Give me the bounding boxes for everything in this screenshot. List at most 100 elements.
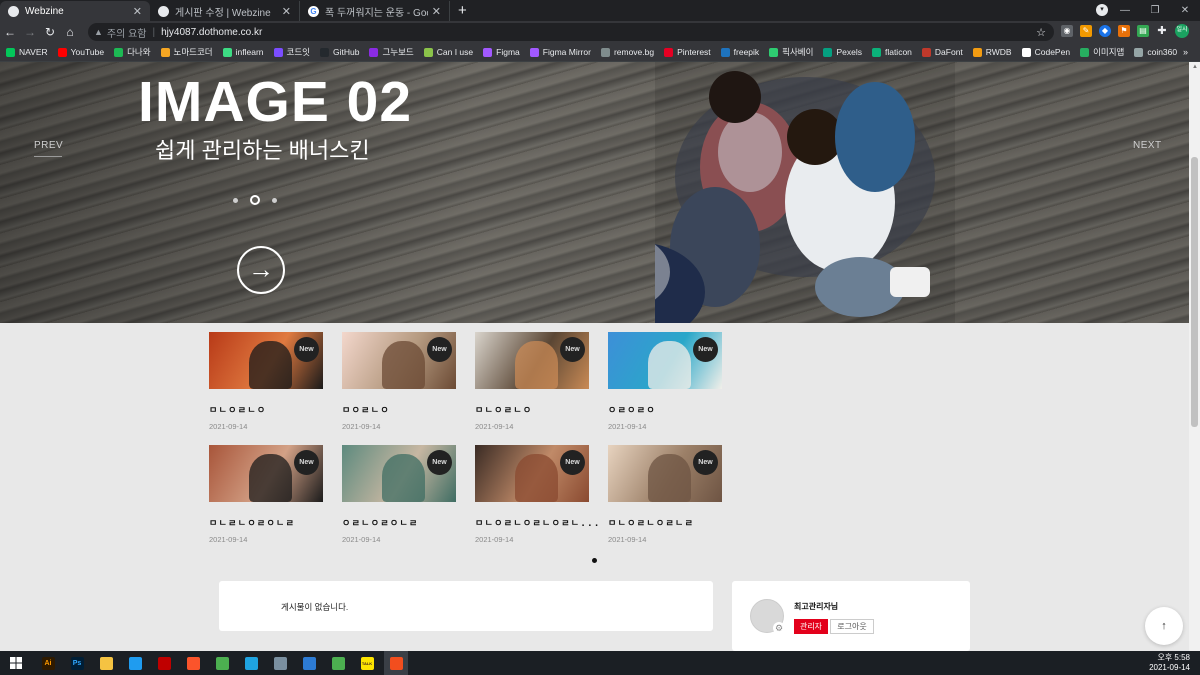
post-card[interactable]: New ㅁㄴㅇㄹㄴㅇㄹㄴㅇㄹㄴ... 2021-09-14 <box>475 445 599 544</box>
taskbar-app[interactable]: Ps <box>65 651 89 675</box>
puzzle-icon[interactable]: ✚ <box>1156 25 1168 37</box>
close-tab-icon[interactable]: ✕ <box>282 5 291 18</box>
bookmark-item[interactable]: freepik <box>720 47 759 57</box>
logout-button[interactable]: 로그아웃 <box>830 619 874 634</box>
bookmark-item[interactable]: 코드잇 <box>273 46 310 58</box>
taskbar-clock[interactable]: 오후 5:58 2021-09-14 <box>1149 653 1190 673</box>
taskbar-app[interactable] <box>326 651 350 675</box>
restore-icon[interactable]: ❐ <box>1140 5 1170 16</box>
taskbar-app[interactable] <box>94 651 118 675</box>
bookmark-item[interactable]: flaticon <box>871 47 912 57</box>
post-thumbnail[interactable]: New <box>608 445 722 502</box>
close-window-icon[interactable]: ✕ <box>1170 5 1200 16</box>
post-title[interactable]: ㅁㅇㄹㄴㅇ <box>342 403 456 416</box>
post-card[interactable]: New ㅇㄹㄴㅇㄹㅇㄴㄹ 2021-09-14 <box>342 445 456 544</box>
taskbar-app[interactable] <box>297 651 321 675</box>
gear-icon[interactable]: ⚙ <box>773 622 785 634</box>
tab-search-icon[interactable]: ▾ <box>1096 4 1108 16</box>
hero-arrow-button[interactable]: → <box>237 246 285 294</box>
taskbar-app[interactable]: Ai <box>36 651 60 675</box>
bookmark-item[interactable]: 이미지맵 <box>1080 46 1124 58</box>
hero-dot[interactable] <box>233 197 238 203</box>
taskbar-app[interactable]: TALK <box>355 651 379 675</box>
post-thumbnail[interactable]: New <box>209 445 323 502</box>
hero-prev-button[interactable]: PREV <box>34 140 63 157</box>
bookmarks-overflow-icon[interactable]: » <box>1183 47 1188 57</box>
bookmark-item[interactable]: remove.bg <box>600 47 654 57</box>
scrollbar-thumb[interactable] <box>1191 157 1198 427</box>
bookmark-item[interactable]: 다나와 <box>114 46 151 58</box>
post-card[interactable]: New ㅁㄴㅇㄹㄴㅇㄹㄴㄹ 2021-09-14 <box>608 445 722 544</box>
post-title[interactable]: ㅁㄴㄹㄴㅇㄹㅇㄴㄹ <box>209 516 323 529</box>
bookmark-item[interactable]: coin360 <box>1134 47 1177 57</box>
post-title[interactable]: ㅇㄹㅇㄹㅇ <box>608 403 722 416</box>
post-thumbnail[interactable]: New <box>475 332 589 389</box>
taskbar-app[interactable] <box>239 651 263 675</box>
post-thumbnail[interactable]: New <box>209 332 323 389</box>
post-card[interactable]: New ㅁㄴㄹㄴㅇㄹㅇㄴㄹ 2021-09-14 <box>209 445 323 544</box>
color-extension-icon[interactable]: ▤ <box>1137 25 1149 37</box>
pen-extension-icon[interactable]: ✎ <box>1080 25 1092 37</box>
bookmark-item[interactable]: DaFont <box>921 47 963 57</box>
profile-avatar[interactable]: 일시 <box>1175 24 1189 38</box>
bookmark-star-icon[interactable]: ☆ <box>1036 26 1046 39</box>
back-icon[interactable]: ← <box>0 25 20 39</box>
home-icon[interactable]: ⌂ <box>60 25 80 39</box>
address-bar[interactable]: ▲ 주의 요함 | hjy4087.dothome.co.kr ☆ <box>88 23 1054 41</box>
close-tab-icon[interactable]: ✕ <box>432 5 441 18</box>
bookmark-item[interactable]: RWDB <box>972 47 1012 57</box>
post-title[interactable]: ㅁㄴㅇㄹㄴㅇㄹㄴㅇㄹㄴ... <box>475 516 599 529</box>
taskbar-app[interactable] <box>210 651 234 675</box>
hero-dot[interactable] <box>250 195 260 205</box>
taskbar-app[interactable] <box>268 651 292 675</box>
browser-tab[interactable]: G 폭 두꺼워지는 운동 - Google 검 ✕ <box>300 1 450 21</box>
close-tab-icon[interactable]: ✕ <box>133 5 142 18</box>
browser-tab[interactable]: 게시판 수정 | Webzine ✕ <box>150 1 300 21</box>
admin-button[interactable]: 관리자 <box>794 619 828 634</box>
page-scrollbar[interactable]: ▲ <box>1189 62 1200 651</box>
minimize-icon[interactable]: — <box>1110 5 1140 16</box>
blue-extension-icon[interactable]: ◆ <box>1099 25 1111 37</box>
post-card[interactable]: New ㅁㅇㄹㄴㅇ 2021-09-14 <box>342 332 456 431</box>
scroll-up-icon[interactable]: ▲ <box>1192 64 1198 70</box>
flag-extension-icon[interactable]: ⚑ <box>1118 25 1130 37</box>
bookmark-item[interactable]: Figma Mirror <box>529 47 591 57</box>
reload-icon[interactable]: ↻ <box>40 25 60 39</box>
warning-icon[interactable]: ▲ <box>94 27 103 37</box>
bookmark-item[interactable]: Pexels <box>823 47 862 57</box>
menu-icon[interactable]: ⋮ <box>1196 25 1200 37</box>
forward-icon[interactable]: → <box>20 25 40 39</box>
camera-extension-icon[interactable]: ◉ <box>1061 25 1073 37</box>
windows-start-icon[interactable] <box>4 651 28 675</box>
bookmark-item[interactable]: inflearn <box>222 47 264 57</box>
post-card[interactable]: New ㅇㄹㅇㄹㅇ 2021-09-14 <box>608 332 722 431</box>
bookmark-item[interactable]: Pinterest <box>664 47 711 57</box>
bookmark-item[interactable]: Can I use <box>423 47 473 57</box>
taskbar-app[interactable] <box>152 651 176 675</box>
post-title[interactable]: ㅁㄴㅇㄹㄴㅇ <box>475 403 589 416</box>
post-thumbnail[interactable]: New <box>608 332 722 389</box>
taskbar-app[interactable] <box>123 651 147 675</box>
browser-tab[interactable]: Webzine ✕ <box>0 1 150 21</box>
taskbar-app[interactable] <box>181 651 205 675</box>
post-title[interactable]: ㅇㄹㄴㅇㄹㅇㄴㄹ <box>342 516 456 529</box>
post-thumbnail[interactable]: New <box>342 332 456 389</box>
taskbar-app[interactable] <box>384 651 408 675</box>
bookmark-item[interactable]: NAVER <box>6 47 48 57</box>
post-thumbnail[interactable]: New <box>342 445 456 502</box>
hero-dot[interactable] <box>272 197 277 203</box>
new-tab-button[interactable]: + <box>458 1 467 21</box>
bookmark-item[interactable]: CodePen <box>1021 47 1070 57</box>
post-card[interactable]: New ㅁㄴㅇㄹㄴㅇ 2021-09-14 <box>475 332 589 431</box>
post-thumbnail[interactable]: New <box>475 445 589 502</box>
post-card[interactable]: New ㅁㄴㅇㄹㄴㅇ 2021-09-14 <box>209 332 323 431</box>
scroll-to-top-button[interactable]: ↑ <box>1145 607 1183 645</box>
bookmark-item[interactable]: Figma <box>483 47 520 57</box>
hero-next-button[interactable]: NEXT <box>1133 140 1162 151</box>
bookmark-item[interactable]: GitHub <box>320 47 359 57</box>
bookmark-item[interactable]: 픽사베이 <box>769 46 813 58</box>
bookmark-item[interactable]: 그누보드 <box>369 46 414 58</box>
post-title[interactable]: ㅁㄴㅇㄹㄴㅇ <box>209 403 323 416</box>
bookmark-item[interactable]: YouTube <box>57 47 104 57</box>
grid-pagination-dot[interactable] <box>592 558 597 563</box>
